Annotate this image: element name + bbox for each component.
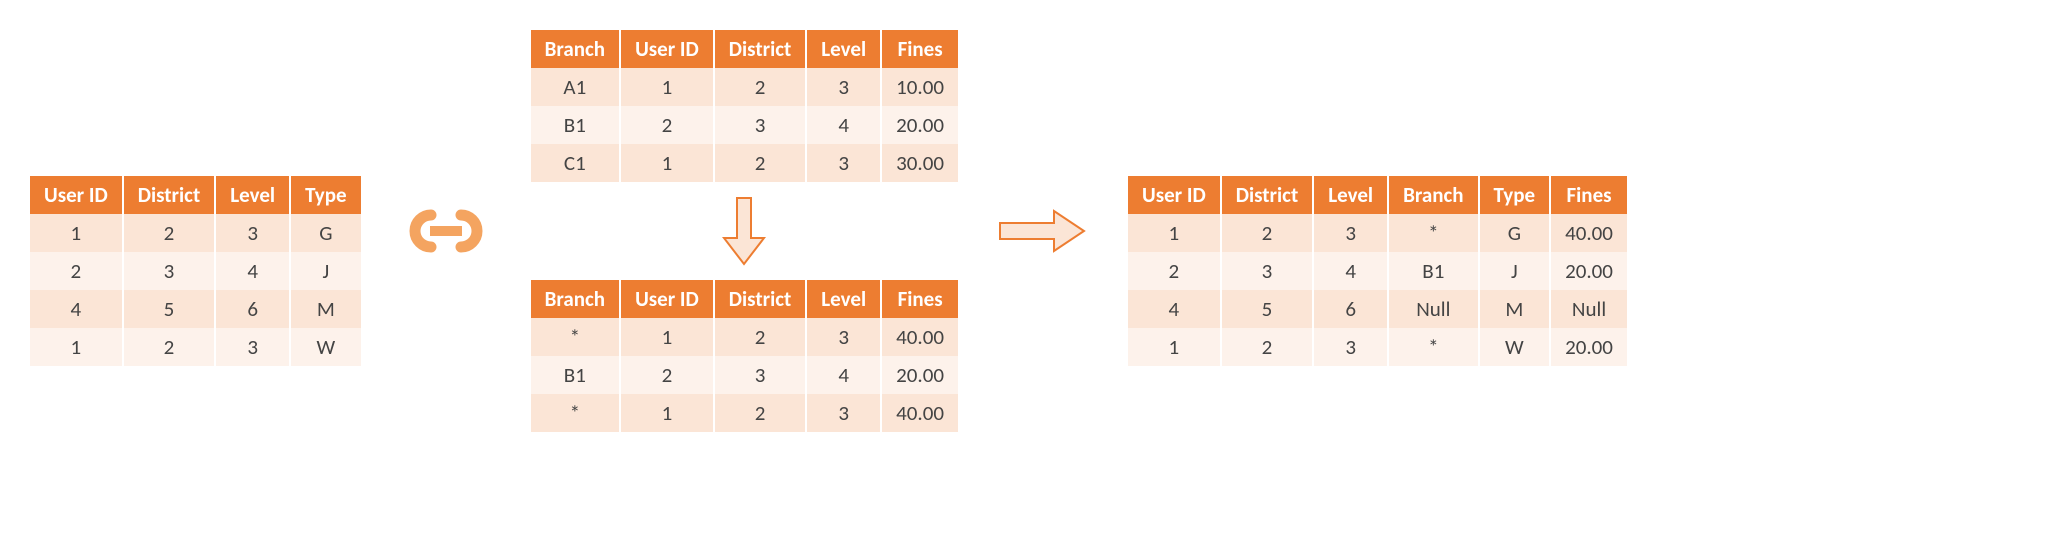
table-row: 1 2 3 * G 40.00 <box>1128 214 1627 252</box>
left-table-block: User ID District Level Type 1 2 3 G 2 3 … <box>30 176 361 366</box>
top-table: Branch User ID District Level Fines A1 1… <box>531 30 958 182</box>
col-header: Branch <box>531 280 620 318</box>
table-row: A1 1 2 3 10.00 <box>531 68 958 106</box>
table-row: 1 2 3 * W 20.00 <box>1128 328 1627 366</box>
middle-tables-block: Branch User ID District Level Fines A1 1… <box>531 30 958 432</box>
col-header: Fines <box>881 280 958 318</box>
result-table: User ID District Level Branch Type Fines… <box>1128 176 1627 366</box>
table-row: 1 2 3 G <box>30 214 361 252</box>
table-row: 4 5 6 M <box>30 290 361 328</box>
col-header: Branch <box>1388 176 1478 214</box>
table-row: 1 2 3 W <box>30 328 361 366</box>
col-header: Branch <box>531 30 620 68</box>
left-table: User ID District Level Type 1 2 3 G 2 3 … <box>30 176 361 366</box>
col-header: Level <box>215 176 290 214</box>
col-header: Fines <box>1550 176 1627 214</box>
diagram-canvas: User ID District Level Type 1 2 3 G 2 3 … <box>30 30 2018 432</box>
table-row: * 1 2 3 40.00 <box>531 318 958 356</box>
table-row: * 1 2 3 40.00 <box>531 394 958 432</box>
col-header: User ID <box>620 30 714 68</box>
col-header: Level <box>1313 176 1388 214</box>
bottom-table: Branch User ID District Level Fines * 1 … <box>531 280 958 432</box>
table-row: B1 2 3 4 20.00 <box>531 106 958 144</box>
col-header: User ID <box>1128 176 1221 214</box>
table-row: 2 3 4 B1 J 20.00 <box>1128 252 1627 290</box>
table-row: 2 3 4 J <box>30 252 361 290</box>
col-header: District <box>1221 176 1314 214</box>
right-arrow-icon <box>998 209 1088 253</box>
col-header: District <box>714 30 807 68</box>
result-table-block: User ID District Level Branch Type Fines… <box>1128 176 1627 366</box>
col-header: User ID <box>620 280 714 318</box>
col-header: Level <box>806 30 881 68</box>
col-header: User ID <box>30 176 123 214</box>
col-header: Type <box>1479 176 1551 214</box>
down-arrow-icon <box>722 196 766 266</box>
col-header: District <box>123 176 216 214</box>
link-icon <box>391 201 501 261</box>
table-row: B1 2 3 4 20.00 <box>531 356 958 394</box>
table-row: 4 5 6 Null M Null <box>1128 290 1627 328</box>
col-header: Type <box>290 176 361 214</box>
col-header: Fines <box>881 30 958 68</box>
col-header: District <box>714 280 807 318</box>
table-row: C1 1 2 3 30.00 <box>531 144 958 182</box>
col-header: Level <box>806 280 881 318</box>
